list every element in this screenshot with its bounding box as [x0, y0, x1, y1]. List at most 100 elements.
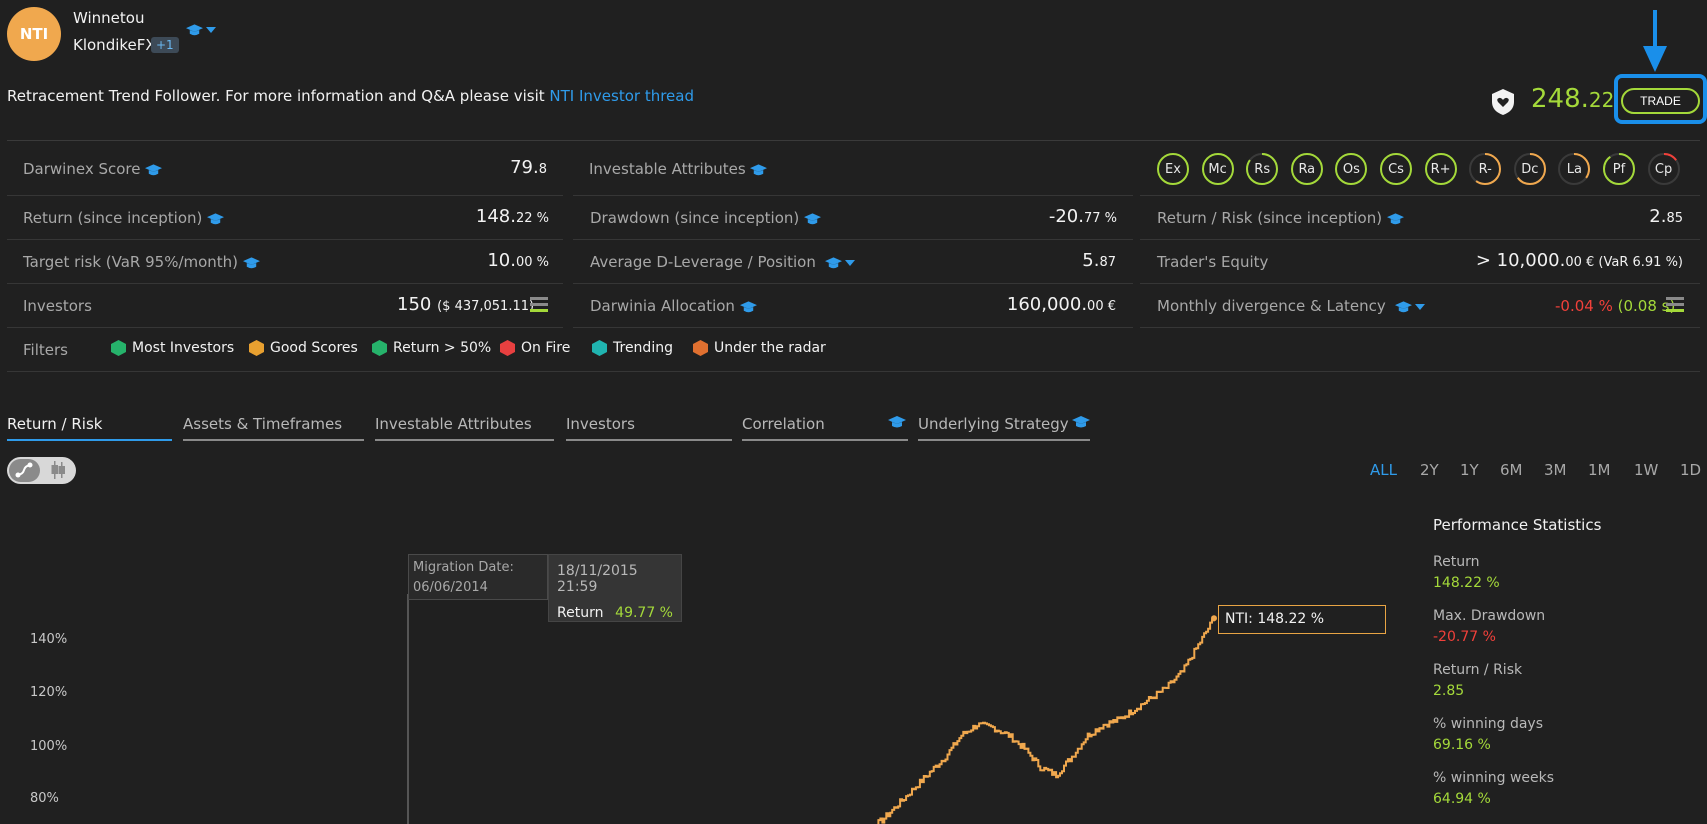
shield-heart-icon[interactable] [1490, 88, 1516, 116]
graduation-cap-icon[interactable] [1072, 416, 1090, 428]
drawdown-value: -20.77 % [1048, 206, 1117, 227]
filter-good-scores[interactable]: Good Scores [249, 340, 358, 356]
investor-thread-link[interactable]: NTI Investor thread [549, 87, 694, 105]
equity-value: > 10,000.00 € (VaR 6.91 %) [1475, 250, 1683, 271]
graduation-cap-icon[interactable] [739, 300, 757, 313]
filters-label: Filters [23, 341, 68, 359]
stat-value: 69.16 % [1433, 737, 1491, 753]
range-6m[interactable]: 6M [1500, 461, 1523, 479]
filter-under-the-radar[interactable]: Under the radar [693, 340, 826, 356]
range-all[interactable]: ALL [1370, 461, 1397, 479]
graduation-cap-dropdown[interactable] [186, 22, 216, 38]
team-name[interactable]: KlondikeFX [73, 36, 156, 54]
attribute-rs[interactable]: Rs [1246, 153, 1279, 185]
graduation-cap-icon[interactable] [242, 256, 260, 269]
attribute-label: Cp [1654, 161, 1673, 177]
stat-value: -20.77 % [1433, 629, 1496, 645]
attribute-dc[interactable]: Dc [1513, 153, 1546, 185]
chevron-down-icon[interactable] [1415, 303, 1426, 310]
filter-trending[interactable]: Trending [592, 340, 673, 356]
plus-badge[interactable]: +1 [151, 37, 179, 53]
return-risk-label: Return / Risk (since inception) [1157, 209, 1404, 227]
graduation-cap-icon[interactable] [1395, 300, 1413, 313]
attribute-la[interactable]: La [1558, 153, 1591, 185]
target-risk-label: Target risk (VaR 95%/month) [23, 253, 260, 271]
stat-label: Return [1433, 554, 1480, 570]
divergence-label: Monthly divergence & Latency [1157, 297, 1426, 315]
tab-underlying-strategy[interactable]: Underlying Strategy [918, 415, 1090, 441]
filter-on-fire[interactable]: On Fire [500, 340, 570, 356]
attribute-os[interactable]: Os [1335, 153, 1368, 185]
range-2y[interactable]: 2Y [1420, 461, 1439, 479]
investable-attributes-label: Investable Attributes [589, 160, 768, 178]
stat-value: 148.22 % [1433, 575, 1500, 591]
investors-value: 150 ($ 437,051.11) [397, 294, 535, 315]
attribute-ex[interactable]: Ex [1157, 153, 1189, 185]
divergence-value: -0.04 % (0.08 s) [1555, 297, 1676, 315]
darwinex-score-value: 79.8 [510, 157, 547, 178]
avg-leverage-value: 5.87 [1082, 250, 1116, 271]
chevron-down-icon[interactable] [845, 259, 856, 266]
attribute-r-minusplus[interactable]: R+ [1424, 153, 1457, 185]
darwinia-value: 160,000.00 € [1006, 294, 1116, 315]
filter-label: Trending [613, 340, 673, 356]
hexagon-icon [111, 340, 126, 356]
return-value: 148.22 % [475, 206, 549, 227]
range-1w[interactable]: 1W [1634, 461, 1658, 479]
return-chart[interactable] [0, 540, 1410, 824]
attribute-label: Mc [1208, 161, 1227, 177]
attribute-label: R- [1478, 161, 1492, 177]
performance-title: Performance Statistics [1433, 516, 1602, 534]
series-line-nti [877, 618, 1215, 824]
tooltip-value: 49.77 % [615, 605, 673, 621]
darwinex-score-label: Darwinex Score [23, 160, 163, 178]
graduation-cap-icon[interactable] [825, 256, 843, 269]
stat-value: 2.85 [1433, 683, 1465, 699]
trade-button[interactable]: TRADE [1621, 88, 1700, 114]
stat-value: 64.94 % [1433, 791, 1491, 807]
range-1d[interactable]: 1D [1680, 461, 1701, 479]
trader-name[interactable]: Winnetou [73, 9, 144, 27]
attribute-cp[interactable]: Cp [1647, 153, 1680, 185]
attribute-pf[interactable]: Pf [1603, 153, 1635, 185]
attribute-ra[interactable]: Ra [1290, 153, 1323, 185]
tab-return-risk[interactable]: Return / Risk [7, 415, 172, 441]
attribute-label: Cs [1388, 161, 1404, 177]
range-1m[interactable]: 1M [1588, 461, 1611, 479]
tab-correlation[interactable]: Correlation [742, 415, 908, 441]
graduation-cap-icon[interactable] [888, 416, 906, 428]
hexagon-icon [249, 340, 264, 356]
attribute-r-minus[interactable]: R- [1469, 153, 1502, 185]
attribute-label: R+ [1430, 161, 1451, 177]
bars-icon[interactable] [530, 296, 548, 314]
stat-label: Return / Risk [1433, 662, 1523, 678]
filter-label: On Fire [521, 340, 571, 356]
graduation-cap-icon[interactable] [207, 212, 225, 225]
attribute-label: Dc [1521, 161, 1539, 177]
attribute-label: Ex [1165, 161, 1181, 177]
range-1y[interactable]: 1Y [1460, 461, 1479, 479]
stat-label: % winning weeks [1433, 770, 1555, 786]
attribute-mc[interactable]: Mc [1201, 153, 1234, 185]
graduation-cap-icon[interactable] [1386, 212, 1404, 225]
range-3m[interactable]: 3M [1544, 461, 1567, 479]
attribute-cs[interactable]: Cs [1380, 153, 1412, 185]
candlestick-icon[interactable] [49, 461, 67, 479]
darwin-price: 248.22 [1531, 84, 1615, 114]
bars-icon[interactable] [1666, 296, 1684, 314]
filter-return-50-[interactable]: Return > 50% [372, 340, 491, 356]
attribute-label: Rs [1254, 161, 1271, 177]
graduation-cap-icon[interactable] [145, 163, 163, 176]
filter-most-investors[interactable]: Most Investors [111, 340, 234, 356]
graduation-cap-icon[interactable] [804, 212, 822, 225]
chevron-down-icon [206, 27, 216, 33]
tab-investable-attributes[interactable]: Investable Attributes [375, 415, 554, 441]
equity-label: Trader's Equity [1157, 253, 1269, 271]
graduation-cap-icon[interactable] [750, 163, 768, 176]
arrow-down-icon [1643, 10, 1667, 72]
line-chart-icon [15, 462, 33, 478]
migration-label: Migration Date: [413, 560, 514, 575]
tab-investors[interactable]: Investors [566, 415, 732, 441]
tab-assets-timeframes[interactable]: Assets & Timeframes [183, 415, 364, 441]
drawdown-label: Drawdown (since inception) [590, 209, 822, 227]
